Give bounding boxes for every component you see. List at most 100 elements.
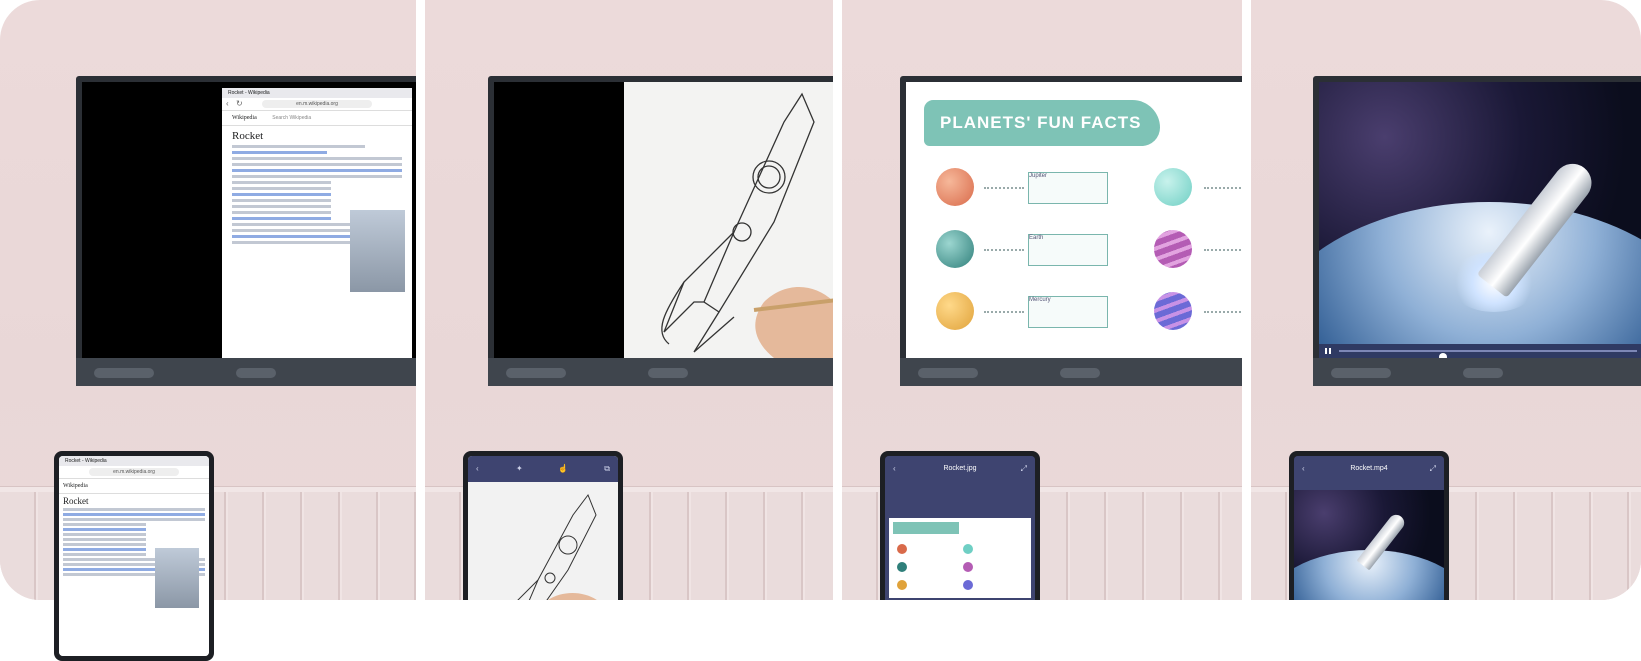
video-panel: ‹ Rocket.mp4 ⤢ ⤓ [1251,0,1641,600]
rocket-launch-image [350,210,405,292]
uranus-planet [1154,168,1192,206]
slide-title: PLANETS' FUN FACTS [924,100,1160,146]
tablet-wiki-page: Rocket - Wikipedia en.m.wikipedia.org Wi… [59,456,209,656]
wiki-header: Wikipedia [59,479,209,494]
pause-icon[interactable] [1325,348,1331,354]
tablet-screen: ‹ Rocket.mp4 ⤢ ⤓ [1294,456,1444,600]
bezel-logo [1060,368,1100,378]
bezel-logo [236,368,276,378]
link-line[interactable] [232,151,327,154]
link-line[interactable] [63,513,205,516]
text-line [232,175,402,178]
whiteboard-panel: ‹ ✦ ☝ ⧉ ▭ [425,0,833,600]
text-line [232,145,365,148]
file-name: Rocket.jpg [943,465,977,472]
preview-planet [897,544,907,554]
video-frame[interactable] [1319,82,1641,358]
browser-toolbar: en.m.wikipedia.org [59,466,209,479]
text-line [63,543,146,546]
link-line[interactable] [232,217,331,220]
fact-box: Earth [1028,234,1108,266]
text-line [63,508,205,511]
viewer-app-bar: ‹ Rocket.jpg ⤢ [885,456,1035,482]
bezel-logo [648,368,688,378]
tv-bezel [76,358,416,386]
tv-screen [494,82,833,358]
address-bar[interactable]: en.m.wikipedia.org [89,468,179,476]
fact-box: Jupiter [1028,172,1108,204]
link-line[interactable] [232,193,331,196]
mercury-planet [936,292,974,330]
player-app-bar: ‹ Rocket.mp4 ⤢ [1294,456,1444,482]
earth-planet [936,230,974,268]
tablet-screen: ‹ ✦ ☝ ⧉ ▭ [468,456,618,600]
link-line[interactable] [63,528,146,531]
preview-planet [963,562,973,572]
sketch-canvas[interactable] [624,82,833,358]
pointer-icon[interactable]: ✦ [516,456,523,482]
reload-icon[interactable]: ↻ [236,99,243,108]
slide-preview [889,518,1031,598]
video-preview[interactable] [1294,490,1444,600]
connector-line [1204,311,1242,313]
back-icon[interactable]: ‹ [1302,456,1305,482]
share-icon[interactable]: ⤢ [1021,456,1027,482]
tv-screen: PLANETS' FUN FACTS Jupiter Earth Mercury [906,82,1242,358]
tablet-screen: ‹ Rocket.jpg ⤢ ⤓ [885,456,1035,600]
text-line [232,181,331,184]
text-line [232,163,402,166]
browser-tab[interactable]: Rocket - Wikipedia [222,88,412,98]
link-line[interactable] [63,548,146,551]
browser-toolbar: ‹ ↻ en.m.wikipedia.org [222,98,412,111]
text-line [63,553,146,556]
wiki-page: Rocket - Wikipedia ‹ ↻ en.m.wikipedia.or… [222,88,412,358]
tv-display: PLANETS' FUN FACTS Jupiter Earth Mercury [900,76,1242,386]
text-line [232,199,331,202]
bezel-button-left[interactable] [918,368,978,378]
article-title: Rocket [232,130,264,142]
camera-app-bar: ‹ ✦ ☝ ⧉ [468,456,618,482]
address-bar[interactable]: en.m.wikipedia.org [262,100,372,108]
slide-preview-banner [893,522,959,534]
touch-icon[interactable]: ☝ [558,456,568,482]
text-line [232,211,331,214]
browser-tab[interactable]: Rocket - Wikipedia [59,456,209,466]
tv-bezel [488,358,833,386]
link-line[interactable] [232,169,402,172]
tablet-screen: Rocket - Wikipedia en.m.wikipedia.org Wi… [59,456,209,656]
tablet-device: ‹ Rocket.jpg ⤢ ⤓ [880,451,1040,600]
fact-label: Earth [1029,235,1044,241]
wiki-logo[interactable]: Wikipedia [63,483,88,489]
bezel-button-left[interactable] [1331,368,1391,378]
progress-track[interactable] [1339,350,1637,358]
file-name: Rocket.mp4 [1350,465,1388,472]
text-line [63,523,146,526]
bezel-button-left[interactable] [94,368,154,378]
back-arrow-icon[interactable]: ‹ [226,99,229,108]
fact-box: Mercury [1028,296,1108,328]
wiki-logo[interactable]: Wikipedia [232,115,257,121]
preview-planet [897,580,907,590]
wiki-header: Wikipedia Search Wikipedia [222,111,412,126]
video-controls [1319,344,1641,358]
connector-line [984,187,1024,189]
tv-display: Rocket - Wikipedia ‹ ↻ en.m.wikipedia.or… [76,76,416,386]
rocket-sketch-preview [517,493,597,600]
drawing-hand [753,287,833,358]
wiki-search-input[interactable]: Search Wikipedia [272,115,311,121]
bezel-logo [1463,368,1503,378]
back-icon[interactable]: ‹ [476,456,479,482]
fact-label: Mercury [1029,297,1051,303]
bezel-button-left[interactable] [506,368,566,378]
preview-planet [963,544,973,554]
jupiter-planet [936,168,974,206]
slide-canvas: PLANETS' FUN FACTS Jupiter Earth Mercury [906,82,1242,358]
tv-screen [1319,82,1641,358]
neptune-planet [1154,292,1192,330]
crop-icon[interactable]: ⧉ [604,456,610,482]
connector-line [1204,187,1242,189]
back-icon[interactable]: ‹ [893,456,896,482]
share-icon[interactable]: ⤢ [1430,456,1436,482]
text-line [232,205,331,208]
tablet-device: ‹ Rocket.mp4 ⤢ ⤓ [1289,451,1449,600]
